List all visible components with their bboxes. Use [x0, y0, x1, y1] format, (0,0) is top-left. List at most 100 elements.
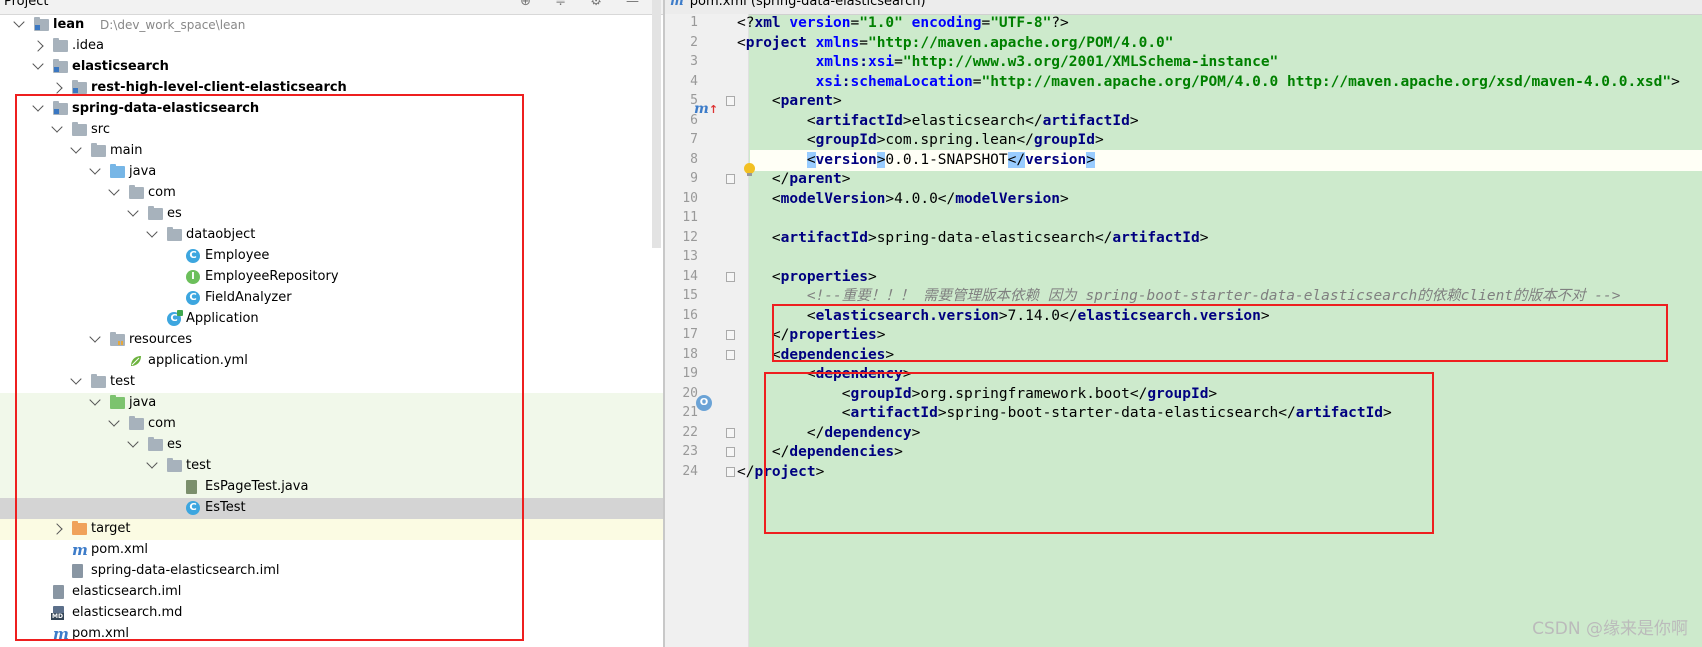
code-token: xmlns: [815, 34, 860, 51]
code-token: groupId: [1033, 132, 1095, 148]
code-token: <: [737, 93, 781, 109]
project-pane-toolbar[interactable]: ⊕ ≑ ⚙ —: [520, 0, 649, 9]
code-token: 0.0.1-SNAPSHOT: [885, 151, 1008, 168]
code-token: xml: [754, 15, 790, 31]
code-token: "1.0": [859, 15, 912, 31]
line-number: 10: [682, 190, 698, 206]
line-number: 24: [682, 463, 698, 479]
code-token: artifactId: [815, 112, 903, 129]
annotation-box-properties: [772, 304, 1668, 362]
code-token: xsi: [867, 54, 895, 70]
tree-node[interactable]: lean D:\dev_work_space\lean: [0, 15, 663, 36]
code-token: <!--重要！！！ 需要管理版本依赖 因为 spring-boot-starte…: [806, 288, 1621, 304]
code-token: properties: [780, 268, 868, 285]
fold-toggle-icon[interactable]: [726, 427, 735, 438]
line-number: 11: [682, 210, 698, 225]
code-token: <: [737, 34, 746, 51]
maven-icon: m: [670, 0, 684, 9]
code-token: schemaLocation: [850, 73, 973, 90]
code-token: <?: [737, 15, 755, 31]
line-number: 9: [690, 171, 698, 186]
code-token: =: [981, 15, 991, 31]
fold-toggle-icon[interactable]: [726, 466, 735, 477]
spring-dependency-gutter-icon[interactable]: O: [696, 395, 712, 411]
project-pane-title[interactable]: Project: [4, 0, 48, 9]
code-token: >: [1094, 132, 1104, 148]
line-number: 21: [682, 405, 698, 420]
module-folder-icon: [53, 59, 68, 73]
code-token: :: [841, 73, 851, 90]
maven-glyph: m: [694, 101, 709, 117]
code-token: <: [737, 112, 816, 129]
code-token: encoding: [911, 15, 982, 31]
line-number: 23: [682, 444, 698, 459]
code-token: <: [806, 151, 816, 168]
fold-toggle-icon[interactable]: [726, 96, 735, 106]
line-number: 20: [682, 385, 698, 401]
line-number: 4: [690, 73, 698, 89]
code-token: >: [1129, 112, 1139, 129]
code-token: =: [850, 15, 860, 31]
annotation-box-project-module: [15, 94, 524, 641]
chevron-down-icon[interactable]: [32, 58, 44, 70]
fold-toggle-icon[interactable]: [726, 330, 735, 340]
fold-toggle-icon[interactable]: [726, 447, 735, 457]
chevron-down-icon[interactable]: [13, 16, 25, 28]
code-token: ?>: [1051, 15, 1069, 31]
chevron-right-icon[interactable]: [32, 40, 44, 52]
line-number: 7: [690, 132, 698, 147]
tree-node-label: .idea: [72, 38, 104, 53]
editor-tab-pom[interactable]: m pom.xml (spring-data-elasticsearch): [670, 0, 926, 9]
code-token: version: [789, 15, 851, 31]
code-line[interactable]: <version>0.0.1-SNAPSHOT</version>: [750, 149, 1702, 171]
chevron-right-icon[interactable]: [51, 82, 63, 94]
line-number: 8: [690, 151, 698, 167]
code-token: >: [867, 268, 877, 285]
line-number: 15: [682, 288, 698, 303]
code-token: >4.0.0</: [885, 190, 956, 207]
fold-toggle-icon[interactable]: [726, 349, 735, 360]
code-token: <: [737, 190, 781, 207]
code-token: >: [841, 171, 851, 187]
fold-toggle-icon[interactable]: [726, 271, 735, 282]
code-token: <: [737, 132, 816, 148]
code-token: version: [815, 151, 877, 168]
line-number: 1: [690, 15, 698, 30]
code-token: artifactId: [780, 229, 868, 246]
line-number: 14: [682, 268, 698, 284]
code-token: </: [737, 171, 790, 187]
code-token: =: [894, 54, 903, 70]
line-number: 12: [682, 229, 698, 245]
code-token: artifactId: [1112, 229, 1200, 246]
maven-parent-gutter-icon[interactable]: m↑: [694, 101, 718, 117]
code-token: "http://maven.apache.org/POM/4.0.0 http:…: [981, 73, 1672, 90]
code-token: </: [737, 463, 755, 480]
code-token: >com.spring.lean</: [876, 132, 1034, 148]
code-token: >spring-data-elasticsearch</: [867, 229, 1113, 246]
tree-node[interactable]: elasticsearch: [0, 57, 663, 78]
line-number: 2: [690, 34, 698, 50]
project-pane-header: Project ⊕ ≑ ⚙ —: [0, 0, 663, 15]
folder-icon: [53, 38, 68, 52]
line-number: 16: [682, 307, 698, 323]
tree-node-label: rest-high-level-client-elasticsearch: [91, 80, 347, 95]
project-scrollbar[interactable]: [652, 0, 661, 248]
module-folder-icon: [72, 80, 87, 94]
code-token: project: [745, 34, 816, 51]
lightbulb-icon[interactable]: [744, 163, 755, 176]
code-token: parent: [789, 171, 842, 187]
code-token: </: [1007, 151, 1026, 168]
code-token: >: [1199, 229, 1209, 246]
code-token: artifactId: [1042, 112, 1130, 129]
code-token: <: [737, 229, 781, 246]
module-folder-icon: [34, 17, 49, 31]
code-token: >elasticsearch</: [902, 112, 1043, 129]
fold-toggle-icon[interactable]: [726, 174, 735, 184]
tree-node-label: lean: [53, 17, 85, 32]
line-number: 19: [682, 366, 698, 381]
tree-node[interactable]: .idea: [0, 36, 663, 57]
watermark-text: CSDN @缘来是你啊: [1532, 619, 1688, 639]
